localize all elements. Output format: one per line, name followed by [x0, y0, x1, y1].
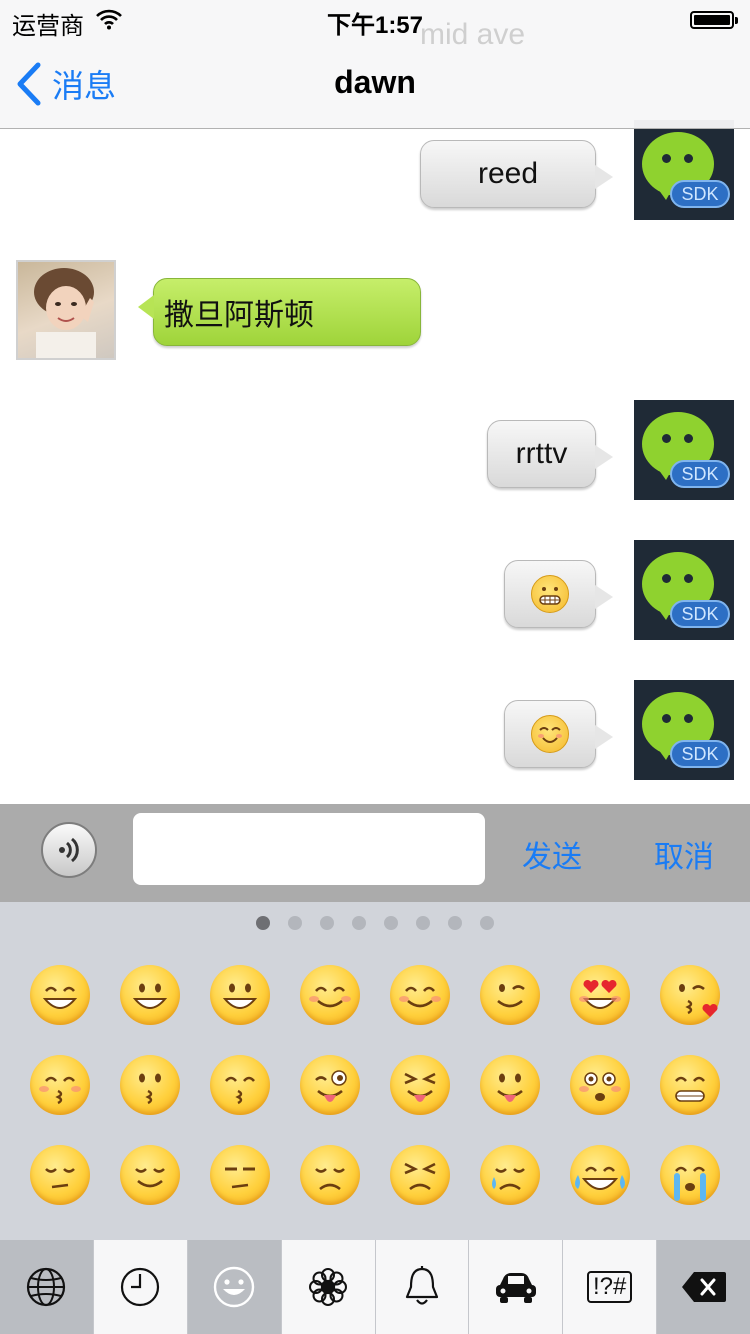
voice-icon [59, 837, 79, 863]
message-input[interactable] [133, 813, 485, 885]
stuck-out-tongue-emoji-icon[interactable] [480, 1055, 540, 1115]
avatar[interactable]: SDK [634, 680, 734, 780]
globe-icon [27, 1267, 66, 1307]
unamused-emoji-icon[interactable] [210, 1145, 270, 1205]
status-time: 下午1:57 [326, 12, 424, 39]
message-text: reed [477, 157, 539, 190]
smiley-icon [213, 1266, 255, 1308]
sob-emoji-icon[interactable] [660, 1145, 720, 1205]
grin-emoji-icon[interactable] [660, 1055, 720, 1115]
relieved-emoji-icon[interactable] [120, 1145, 180, 1205]
page-dot[interactable] [352, 916, 366, 930]
avatar[interactable]: SDK [634, 400, 734, 500]
persevere-emoji-icon[interactable] [390, 1145, 450, 1205]
sdk-badge: SDK [670, 180, 730, 208]
message-bubble[interactable]: reed [420, 140, 613, 208]
message-bubble[interactable] [504, 700, 613, 768]
stuck-out-tongue-winking-emoji-icon[interactable] [300, 1055, 360, 1115]
sdk-badge: SDK [670, 600, 730, 628]
kissing-emoji-icon[interactable] [120, 1055, 180, 1115]
page-dot[interactable] [256, 916, 270, 930]
people-key[interactable] [187, 1240, 282, 1334]
sdk-badge: SDK [670, 740, 730, 768]
cry-emoji-icon[interactable] [480, 1145, 540, 1205]
heart-eyes-emoji-icon[interactable] [570, 965, 630, 1025]
wink-emoji-icon[interactable] [480, 965, 540, 1025]
disappointed-emoji-icon[interactable] [300, 1145, 360, 1205]
delete-key[interactable] [657, 1240, 750, 1334]
page-dot[interactable] [416, 916, 430, 930]
joy-emoji-icon[interactable] [570, 1145, 630, 1205]
message-text: 撒旦阿斯顿 [164, 299, 314, 332]
page-indicator[interactable] [0, 916, 750, 932]
page-dot[interactable] [384, 916, 398, 930]
page-dot[interactable] [448, 916, 462, 930]
cancel-button[interactable]: 取消 [654, 832, 714, 876]
battery-icon [690, 11, 738, 29]
avatar[interactable] [16, 260, 116, 360]
page-title: dawn [334, 64, 416, 100]
car-icon [495, 1273, 536, 1303]
symbols-label: !?# [593, 1273, 627, 1300]
delete-icon [681, 1272, 726, 1302]
recent-key[interactable] [93, 1240, 188, 1334]
grinning-smiling-eyes-emoji-icon[interactable] [30, 965, 90, 1025]
message-bubble[interactable] [504, 560, 613, 628]
smiling-face-icon [531, 715, 569, 753]
page-dot[interactable] [288, 916, 302, 930]
relaxed-emoji-icon[interactable] [390, 965, 450, 1025]
pensive-emoji-icon[interactable] [30, 1145, 90, 1205]
places-key[interactable] [469, 1240, 564, 1334]
stuck-out-tongue-closed-eyes-emoji-icon[interactable] [390, 1055, 450, 1115]
nature-key[interactable] [281, 1240, 376, 1334]
grinning-emoji-icon[interactable] [210, 965, 270, 1025]
globe-key[interactable] [0, 1240, 94, 1334]
flushed-emoji-icon[interactable] [570, 1055, 630, 1115]
objects-key[interactable] [375, 1240, 470, 1334]
message-text: rrttv [515, 437, 568, 470]
keyboard-category-bar: !?# [0, 1240, 750, 1334]
grimacing-face-icon [531, 575, 569, 613]
kissing-smiling-eyes-emoji-icon[interactable] [210, 1055, 270, 1115]
symbols-key[interactable]: !?# [563, 1240, 658, 1334]
send-button[interactable]: 发送 [522, 832, 582, 876]
avatar[interactable]: SDK [634, 120, 734, 220]
smiley-emoji-icon[interactable] [120, 965, 180, 1025]
clock-icon [121, 1267, 160, 1307]
message-bubble[interactable]: rrttv [487, 420, 613, 488]
page-dot[interactable] [480, 916, 494, 930]
bell-icon [405, 1266, 439, 1305]
blush-emoji-icon[interactable] [300, 965, 360, 1025]
kissing-closed-eyes-emoji-icon[interactable] [30, 1055, 90, 1115]
page-dot[interactable] [320, 916, 334, 930]
sdk-badge: SDK [670, 460, 730, 488]
symbols-icon: !?# [587, 1271, 633, 1303]
flower-icon [309, 1268, 348, 1306]
kissing-heart-emoji-icon[interactable] [660, 965, 720, 1025]
voice-button[interactable] [41, 822, 97, 878]
emoji-keyboard [0, 902, 750, 1240]
message-bubble[interactable]: 撒旦阿斯顿 [138, 278, 421, 346]
avatar[interactable]: SDK [634, 540, 734, 640]
